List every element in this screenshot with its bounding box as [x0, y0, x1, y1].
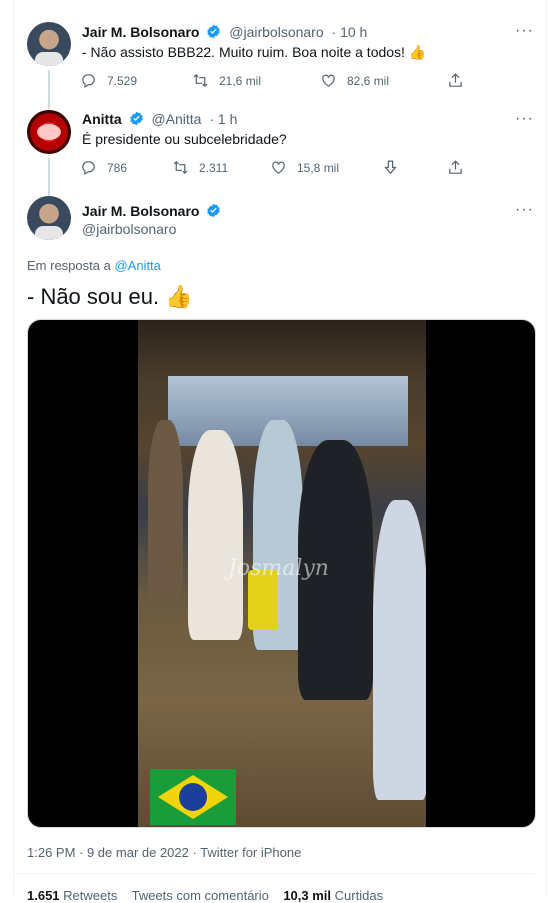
more-icon[interactable]: ··· — [515, 22, 534, 40]
like-icon — [272, 161, 285, 174]
reply-to-link[interactable]: @Anitta — [114, 258, 160, 273]
tweet-header: Anitta @Anitta · 1 h — [82, 111, 237, 127]
video-frame: Josmalyn — [138, 320, 426, 827]
tweet-text: - Não assisto BBB22. Muito ruim. Boa noi… — [82, 44, 427, 60]
author-handle[interactable]: @jairbolsonaro — [229, 24, 323, 40]
author-name[interactable]: Jair M. Bolsonaro — [82, 203, 199, 219]
tweet-timestamp[interactable]: 1:26 PM · 9 de mar de 2022 · Twitter for… — [27, 845, 301, 860]
tweet-time[interactable]: · 1 h — [209, 111, 237, 127]
retweets-label[interactable]: Retweets — [63, 888, 117, 903]
retweet-button[interactable]: 21,6 mil — [192, 72, 261, 89]
likes-label[interactable]: Curtidas — [335, 888, 383, 903]
tweet-bolsonaro-1[interactable]: Jair M. Bolsonaro @jairbolsonaro · 10 h … — [0, 0, 548, 108]
like-count: 82,6 mil — [347, 73, 390, 88]
like-icon — [322, 74, 335, 87]
video-watermark: Josmalyn — [228, 556, 329, 581]
main-tweet-text: - Não sou eu. 👍 — [27, 284, 193, 309]
share-button[interactable] — [447, 72, 464, 89]
share-button[interactable] — [447, 159, 464, 176]
tweet-text: É presidente ou subcelebridade? — [82, 131, 287, 147]
retweet-icon — [193, 73, 208, 88]
retweet-count: 2.311 — [199, 160, 229, 175]
retweet-button[interactable]: 2.311 — [172, 159, 228, 176]
tweet-time[interactable]: · 10 h — [332, 24, 368, 40]
downvote-button[interactable] — [382, 159, 399, 176]
reply-icon — [82, 161, 95, 175]
reply-button[interactable]: 7.529 — [80, 72, 137, 89]
verified-badge-icon — [207, 24, 221, 39]
retweet-icon — [173, 160, 188, 175]
reply-prefix: Em resposta a — [27, 258, 111, 273]
like-button[interactable]: 15,8 mil — [270, 159, 339, 176]
person-figure — [188, 430, 243, 640]
tweet-header: Jair M. Bolsonaro @jairbolsonaro · 10 h — [82, 24, 367, 40]
downvote-icon — [384, 160, 397, 175]
author-name[interactable]: Anitta — [82, 111, 122, 127]
avatar[interactable] — [27, 110, 71, 154]
person-figure — [148, 420, 183, 600]
share-icon — [449, 73, 462, 87]
like-button[interactable]: 82,6 mil — [320, 72, 389, 89]
tweet-header: Jair M. Bolsonaro — [82, 203, 221, 219]
share-icon — [449, 160, 462, 174]
avatar[interactable] — [27, 22, 71, 66]
verified-badge-icon — [129, 111, 143, 126]
retweet-count: 21,6 mil — [219, 73, 262, 88]
tweet-actions: 786 2.311 15,8 mil — [80, 159, 470, 179]
reply-count: 786 — [107, 160, 128, 175]
more-icon[interactable]: ··· — [515, 201, 534, 219]
reply-button[interactable]: 786 — [80, 159, 127, 176]
like-count: 15,8 mil — [297, 160, 340, 175]
reply-context: Em resposta a @Anitta — [27, 258, 161, 273]
avatar[interactable] — [27, 196, 71, 240]
quotes-label[interactable]: Tweets com comentário — [132, 888, 269, 903]
tweet-actions: 7.529 21,6 mil 82,6 mil — [80, 72, 470, 92]
author-handle[interactable]: @jairbolsonaro — [82, 221, 176, 237]
author-handle[interactable]: @Anitta — [151, 111, 201, 127]
retweets-count[interactable]: 1.651 — [27, 888, 60, 903]
tweet-stats: 1.651 Retweets Tweets com comentário 10,… — [27, 888, 383, 903]
more-icon[interactable]: ··· — [515, 110, 534, 128]
reply-icon — [82, 74, 95, 88]
divider — [14, 873, 534, 874]
tweet-anitta[interactable]: Anitta @Anitta · 1 h ··· É presidente ou… — [0, 100, 548, 196]
person-figure — [373, 500, 426, 800]
brazil-flag — [150, 769, 236, 825]
reply-count: 7.529 — [107, 73, 138, 88]
author-name[interactable]: Jair M. Bolsonaro — [82, 24, 199, 40]
verified-badge-icon — [207, 203, 221, 218]
tweet-video[interactable]: Josmalyn — [27, 319, 536, 828]
likes-count[interactable]: 10,3 mil — [283, 888, 331, 903]
